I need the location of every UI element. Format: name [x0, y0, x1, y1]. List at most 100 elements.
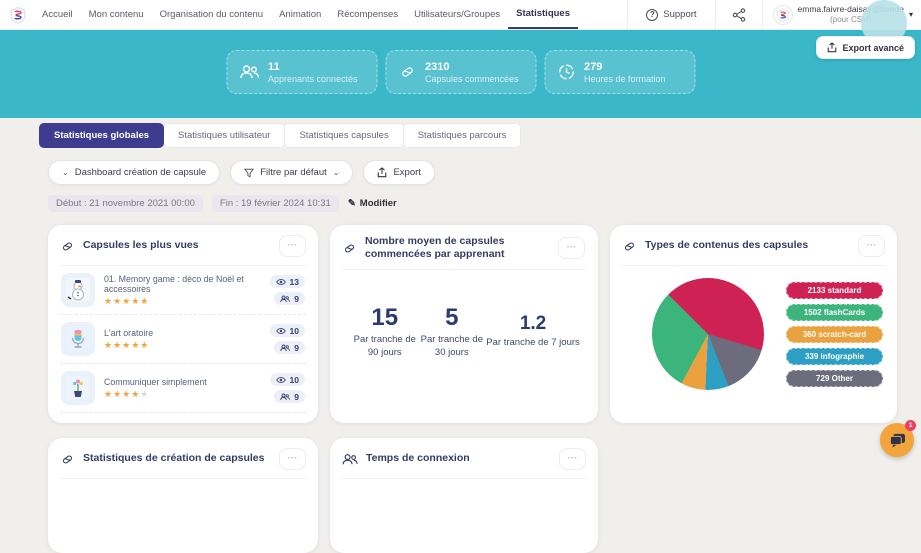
metric-7-days: 1.2 Par tranche de 7 jours [486, 304, 580, 359]
upload-icon [377, 167, 387, 178]
stat-value: 11 [268, 61, 358, 73]
eye-icon [276, 376, 286, 384]
metric-30-days: 5 Par tranche de 30 jours [418, 304, 487, 359]
top-navigation-bar: Accueil Mon contenu Organisation du cont… [0, 0, 921, 30]
eye-icon [276, 278, 286, 286]
card-menu-button[interactable]: ··· [559, 448, 586, 470]
capsule-icon [622, 239, 637, 254]
support-label: Support [663, 9, 696, 20]
metric-90-days: 15 Par tranche de 90 jours [352, 304, 418, 359]
stat-chip-apprenants-connectes[interactable]: 11 Apprenants connectés [226, 50, 377, 94]
date-range-row: Début : 21 novembre 2021 00:00 Fin : 19 … [48, 195, 897, 212]
card-menu-button[interactable]: ··· [858, 235, 885, 257]
stat-chip-capsules-commencees[interactable]: 2310 Capsules commencées [385, 50, 536, 94]
capsule-info: Communiquer simplement ★★★★★ [104, 377, 261, 399]
legend-standard[interactable]: 2133 standard [786, 282, 883, 299]
nav-item-accueil[interactable]: Accueil [34, 0, 81, 29]
views-count: 10 [290, 326, 299, 336]
capsule-badges: 13 9 [270, 275, 305, 305]
capsule-list-item[interactable]: L'art oratoire ★★★★★ 10 [60, 315, 306, 364]
nav-item-mon-contenu[interactable]: Mon contenu [81, 0, 152, 29]
nav-item-animation[interactable]: Animation [271, 0, 329, 29]
legend-flashcards[interactable]: 1502 flashCards [786, 304, 883, 321]
tab-statistiques-utilisateur[interactable]: Statistiques utilisateur [163, 123, 285, 148]
notification-badge: 1 [905, 420, 916, 431]
org-chart-button[interactable] [716, 8, 762, 22]
card-title: Temps de connexion [366, 452, 551, 465]
rating-stars: ★★★★★ [104, 341, 261, 350]
legend-other[interactable]: 729 Other [786, 370, 883, 387]
export-button[interactable]: Export [363, 160, 434, 185]
legend-infographie[interactable]: 339 infographie [786, 348, 883, 365]
capsule-icon [342, 241, 357, 256]
card-title: Capsules les plus vues [83, 239, 271, 252]
chevron-down-icon: ⌄ [333, 168, 340, 177]
date-start-badge[interactable]: Début : 21 novembre 2021 00:00 [48, 195, 203, 212]
metric-value: 5 [418, 304, 487, 332]
eye-icon [276, 327, 286, 335]
chat-bubbles-icon [889, 433, 906, 448]
capsule-badges: 10 9 [270, 373, 305, 403]
tab-statistiques-parcours[interactable]: Statistiques parcours [403, 123, 522, 148]
capsule-info: 01. Memory game : déco de Noël et access… [104, 274, 261, 306]
content-types-pie-chart[interactable] [652, 278, 764, 390]
nav-item-organisation-du-contenu[interactable]: Organisation du contenu [152, 0, 272, 29]
dashboard-select[interactable]: ⌄ Dashboard création de capsule [48, 160, 220, 185]
chat-widget-button[interactable]: 1 [880, 423, 914, 457]
card-header: Statistiques de création de capsules ··· [60, 448, 306, 479]
card-menu-button[interactable]: ··· [279, 448, 306, 470]
card-menu-button[interactable]: ··· [558, 237, 585, 259]
card-header: Nombre moyen de capsules commencées par … [342, 235, 586, 270]
learners-badge: 9 [274, 292, 305, 305]
capsule-title: 01. Memory game : déco de Noël et access… [104, 274, 261, 294]
views-badge: 10 [270, 373, 305, 386]
app-logo[interactable] [8, 5, 28, 25]
pencil-icon: ✎ [348, 198, 356, 209]
tab-statistiques-globales[interactable]: Statistiques globales [39, 123, 164, 148]
card-temps-de-connexion: Temps de connexion ··· [330, 438, 598, 553]
date-end-badge[interactable]: Fin : 19 février 2024 10:31 [212, 195, 339, 212]
export-avance-button[interactable]: Export avancé [816, 36, 915, 59]
learners-count: 9 [294, 392, 299, 402]
capsule-list-item[interactable]: 01. Memory game : déco de Noël et access… [60, 266, 306, 315]
support-button[interactable]: ? Support [628, 9, 714, 21]
export-avance-label: Export avancé [842, 43, 904, 53]
capsule-icon [60, 239, 75, 254]
capsule-thumbnail-snowman [61, 273, 95, 307]
users-icon [280, 344, 290, 352]
card-title: Statistiques de création de capsules [83, 452, 271, 465]
main-content: Statistiques globales Statistiques utili… [0, 118, 921, 553]
rating-stars: ★★★★★ [104, 297, 261, 306]
stat-value: 279 [584, 61, 666, 73]
metric-label: Par tranche de 7 jours [486, 337, 580, 349]
card-title: Nombre moyen de capsules commencées par … [365, 235, 550, 261]
question-mark-icon: ? [646, 9, 658, 21]
main-nav: Accueil Mon contenu Organisation du cont… [34, 0, 578, 29]
nav-item-recompenses[interactable]: Récompenses [329, 0, 406, 29]
metric-value: 15 [352, 304, 418, 332]
modify-dates-button[interactable]: ✎ Modifier [348, 198, 397, 209]
metric-label: Par tranche de 30 jours [418, 334, 487, 359]
average-metrics: 15 Par tranche de 90 jours 5 Par tranche… [342, 270, 586, 359]
capsule-thumbnail-flower [61, 371, 95, 405]
capsule-badges: 10 9 [270, 324, 305, 354]
learners-count: 9 [294, 343, 299, 353]
stat-chip-heures-de-formation[interactable]: 279 Heures de formation [544, 50, 695, 94]
card-statistiques-creation: Statistiques de création de capsules ··· [48, 438, 318, 553]
capsule-list-item[interactable]: Communiquer simplement ★★★★★ 10 [60, 364, 306, 413]
card-capsules-les-plus-vues: Capsules les plus vues ··· [48, 225, 318, 423]
snowman-image [65, 277, 91, 303]
users-icon [280, 295, 290, 303]
filter-button[interactable]: Filtre par défaut ⌄ [230, 160, 353, 185]
legend-scratch-card[interactable]: 360 scratch-card [786, 326, 883, 343]
nav-item-statistiques[interactable]: Statistiques [508, 0, 578, 29]
capsule-icon [60, 452, 75, 467]
card-menu-button[interactable]: ··· [279, 235, 306, 257]
user-avatar[interactable] [773, 5, 793, 25]
nav-item-utilisateurs-groupes[interactable]: Utilisateurs/Groupes [406, 0, 508, 29]
topbar-divider [762, 0, 763, 30]
capsule-icon [398, 63, 416, 81]
tab-statistiques-capsules[interactable]: Statistiques capsules [284, 123, 403, 148]
stat-label: Capsules commencées [425, 74, 519, 84]
card-types-de-contenus: Types de contenus des capsules ··· 2133 … [610, 225, 897, 423]
